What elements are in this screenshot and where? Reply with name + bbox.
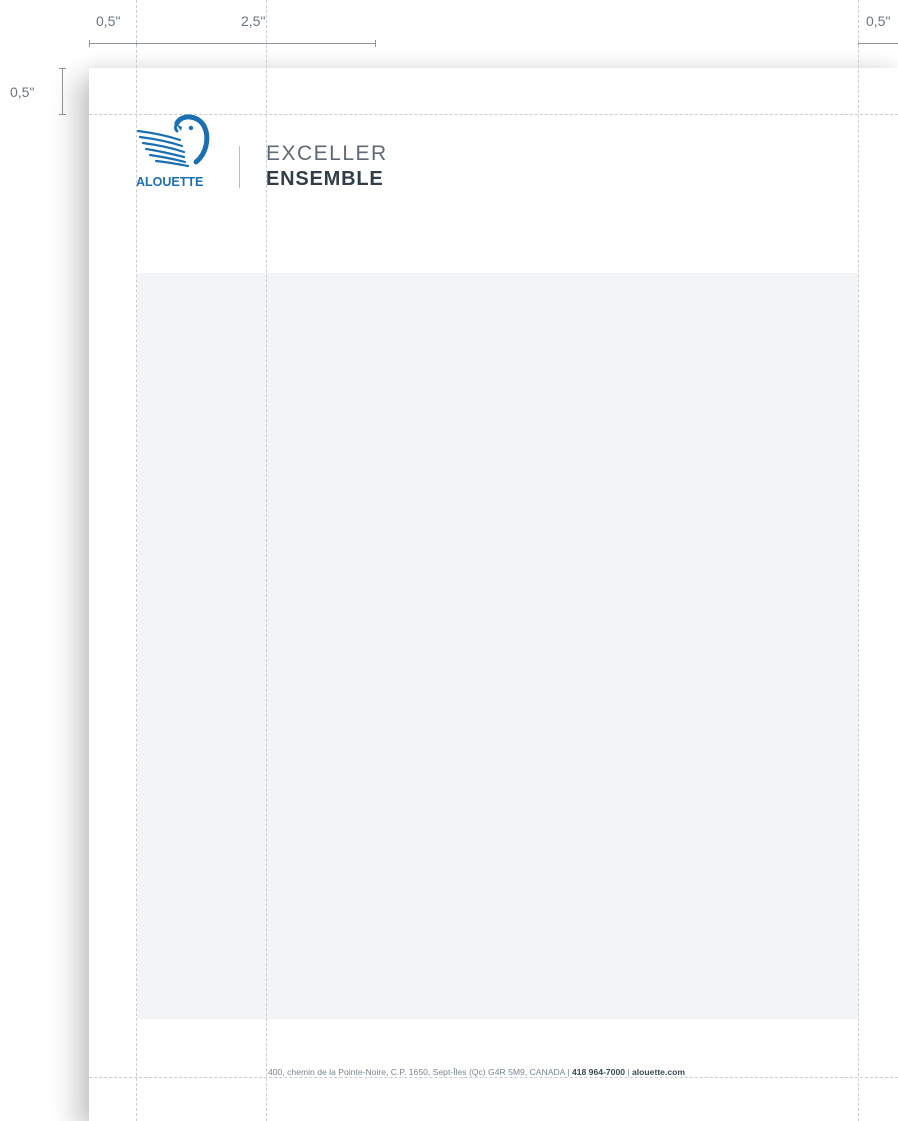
footer-website: alouette.com: [632, 1067, 686, 1077]
top-margin-dimension-tick-end: [59, 114, 66, 115]
top-margin-dimension-tick-start: [59, 68, 66, 69]
left-margin-dimension-line: [89, 43, 136, 44]
alouette-logo: ALOUETTE: [136, 114, 210, 190]
right-margin-dimension-label: 0,5": [866, 13, 891, 29]
alouette-wordmark: ALOUETTE: [136, 175, 203, 189]
footer-separator: |: [627, 1067, 630, 1077]
bottom-margin-guide: [89, 1077, 898, 1078]
tagline-line-1: EXCELLER: [266, 142, 388, 165]
bird-wing-logo-icon: ALOUETTE: [136, 114, 210, 189]
top-margin-dimension-line: [62, 68, 63, 115]
footer-phone: 418 964-7000: [571, 1067, 625, 1077]
right-margin-dimension-line: [858, 43, 898, 44]
left-margin-dimension-label: 0,5": [96, 13, 121, 29]
column-width-dimension-tick-end: [375, 40, 376, 47]
column-width-dimension-line: [137, 43, 376, 44]
footer-address: 400, chemin de la Pointe-Noire, C.P. 165…: [268, 1067, 570, 1077]
footer-contact-line: 400, chemin de la Pointe-Noire, C.P. 165…: [268, 1067, 685, 1077]
top-margin-dimension-label: 0,5": [10, 84, 35, 100]
letter-body-area: [137, 273, 858, 1019]
column-width-dimension-label: 2,5": [241, 13, 266, 29]
left-margin-dimension-tick-start: [89, 40, 90, 47]
tagline-line-2: ENSEMBLE: [266, 168, 384, 190]
top-margin-guide: [89, 114, 898, 115]
logo-divider: [239, 146, 240, 188]
right-margin-guide: [858, 0, 859, 1121]
